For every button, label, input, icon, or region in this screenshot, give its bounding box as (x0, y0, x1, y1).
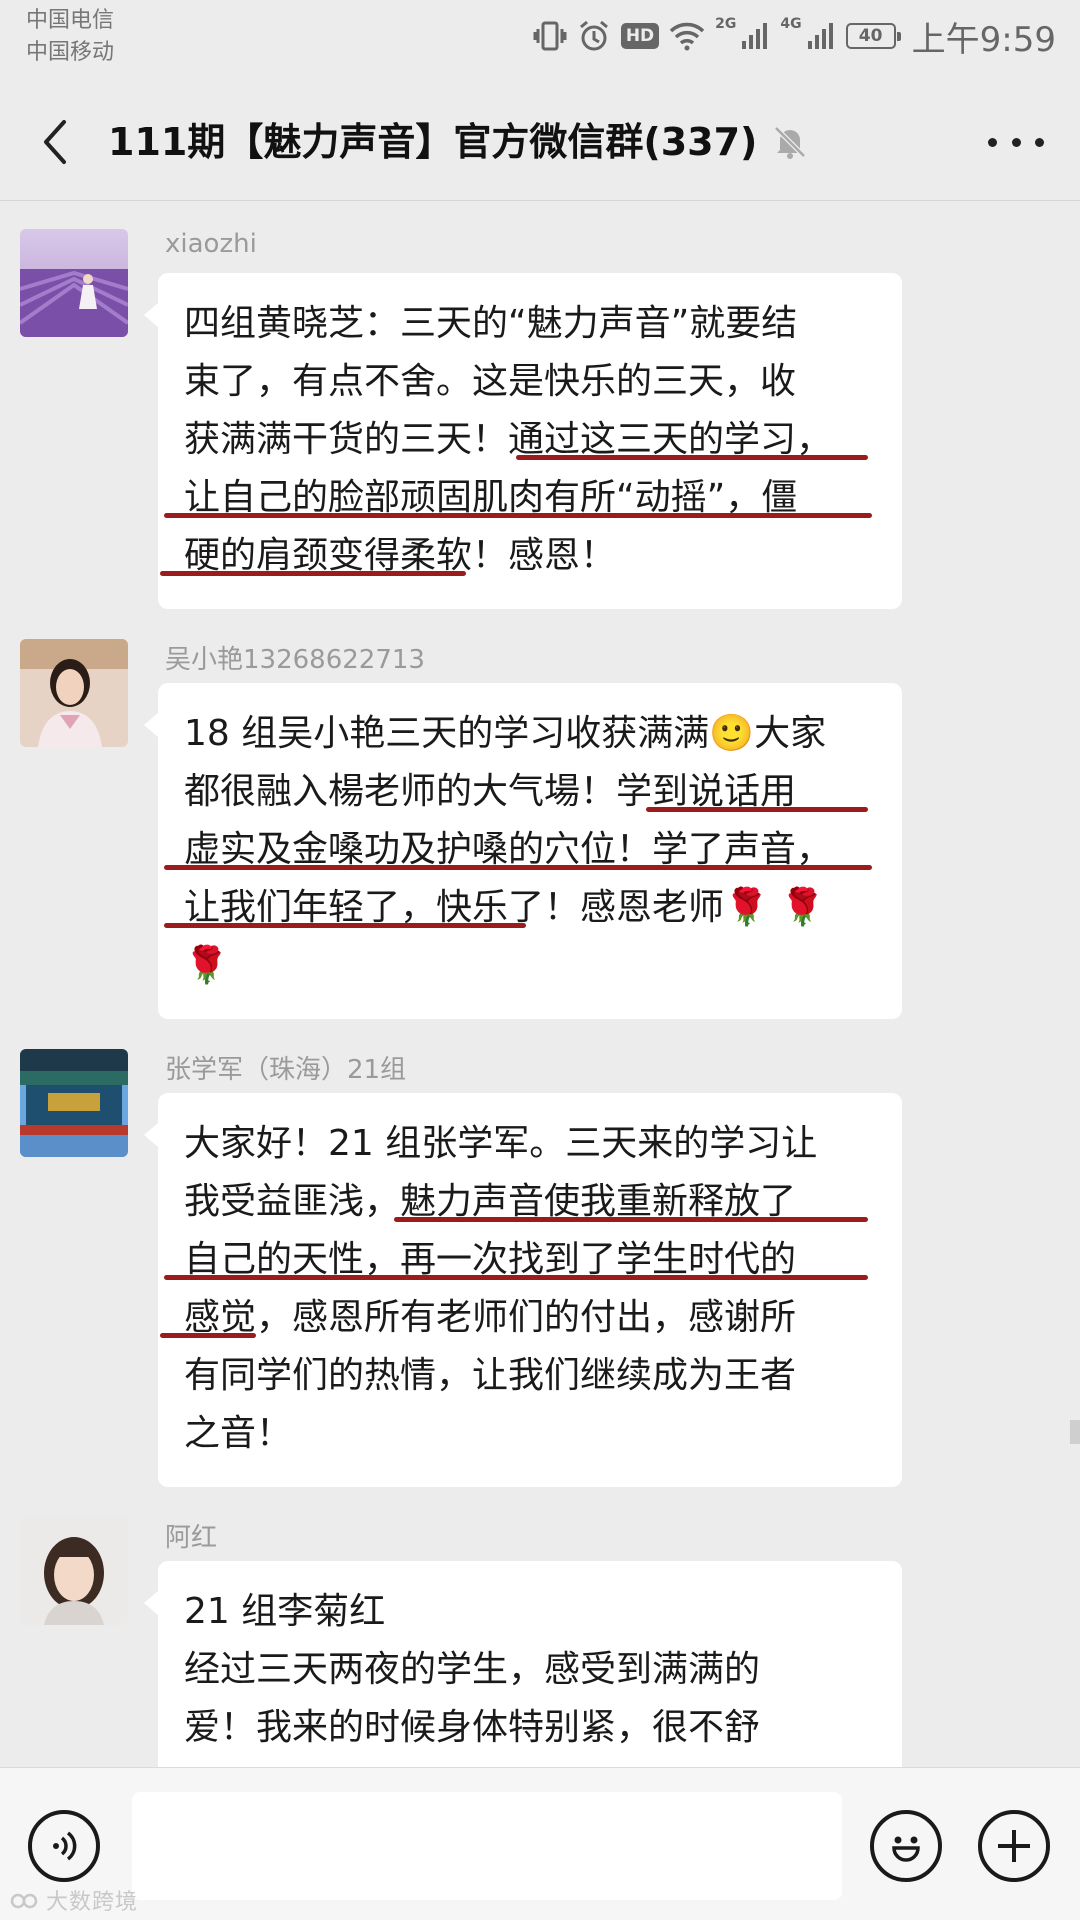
network-2g-label: 2G (715, 16, 737, 32)
back-button[interactable] (30, 114, 80, 170)
red-underline (164, 865, 872, 870)
message-text-line: 18 组吴小艳三天的学习收获满满🙂大家 (184, 713, 827, 754)
avatar[interactable] (20, 1049, 128, 1157)
message-text-line: 都很融入楊老师的大气場！学到说话用 (184, 771, 797, 812)
wifi-icon (669, 21, 705, 51)
message-text-line: 虚实及金嗓功及护嗓的穴位！学了声音， (184, 829, 833, 870)
vibrate-icon (533, 19, 567, 53)
message-text-line: 有同学们的热情，让我们继续成为王者 (184, 1355, 797, 1396)
sender-name: xiaozhi (165, 229, 257, 259)
sender-name: 吴小艳13268622713 (165, 645, 425, 675)
message-text-line: 自己的天性，再一次找到了学生时代的 (184, 1239, 797, 1280)
status-icons: HD 2G 4G 40 上午9:59 (533, 14, 1056, 60)
message-text-line: 让自己的脸部顽固肌肉有所“动摇”，僵 (184, 477, 798, 518)
message-text-line: 之音！ (184, 1413, 293, 1454)
emoji-button[interactable] (870, 1810, 942, 1882)
status-time: 上午9:59 (911, 19, 1056, 60)
chat-title: 111期【魅力声音】官方微信群(337) (108, 120, 758, 164)
chat-header: 111期【魅力声音】官方微信群(337) (0, 84, 1080, 201)
message-text-line: 大家好！21 组张学军。三天来的学习让 (184, 1123, 818, 1164)
red-underline (646, 807, 868, 812)
signal-icon (806, 21, 836, 51)
avatar[interactable] (20, 1517, 128, 1625)
red-underline (394, 1217, 868, 1222)
message-text-line: 四组黄晓芝：三天的“魅力声音”就要结 (184, 303, 798, 344)
message-text-line: 经过三天两夜的学生，感受到满满的 (184, 1649, 761, 1690)
message-text-line: 感觉，感恩所有老师们的付出，感谢所 (184, 1297, 797, 1338)
message-text-line: 硬的肩颈变得柔软！感恩！ (184, 535, 617, 576)
red-underline (160, 571, 466, 576)
message-text-line: 21 组李菊红 (184, 1591, 386, 1632)
status-bar: 中国电信 中国移动 HD 2G 4G 40 上午9:59 (0, 0, 1080, 84)
carrier-name-2: 中国移动 (26, 40, 115, 65)
watermark-logo-icon (10, 1893, 38, 1909)
plus-icon (998, 1830, 1030, 1862)
sender-name: 阿红 (165, 1523, 218, 1553)
more-icon-dot (1011, 137, 1021, 147)
more-functions-button[interactable] (978, 1810, 1050, 1882)
avatar[interactable] (20, 229, 128, 337)
watermark-text: 大数跨境 (46, 1890, 139, 1915)
wechat-group-chat-screen: 中国电信 中国移动 HD 2G 4G 40 上午9:59 111期【魅力声音】官… (0, 0, 1080, 1920)
message-list[interactable]: xiaozhi 四组黄晓芝：三天的“魅力声音”就要结 束了，有点不舍。这是快乐的… (0, 201, 1080, 1767)
red-underline (164, 513, 872, 518)
alarm-icon (577, 19, 611, 53)
red-underline (164, 923, 526, 928)
red-underline (516, 455, 868, 460)
message-text-line: 获满满干货的三天！通过这三天的学习， (184, 419, 833, 460)
message-bubble[interactable]: 18 组吴小艳三天的学习收获满满🙂大家 都很融入楊老师的大气場！学到说话用 虚实… (144, 683, 902, 1019)
red-underline (164, 1275, 868, 1280)
chevron-left-icon (44, 120, 66, 164)
red-underline (160, 1333, 256, 1338)
more-icon-dot (1035, 137, 1044, 147)
avatar[interactable] (20, 639, 128, 747)
network-4g-label: 4G (780, 16, 802, 32)
bell-muted-icon (770, 122, 810, 162)
more-icon-dot (988, 137, 997, 147)
scrollbar-thumb[interactable] (1070, 1420, 1080, 1444)
emoji-icon (892, 1836, 920, 1862)
sender-name: 张学军（珠海）21组 (165, 1055, 407, 1085)
battery-icon: 40 (845, 23, 901, 49)
message-input[interactable] (132, 1792, 842, 1900)
message-text-line: 爱！我来的时候身体特别紧，很不舒 (184, 1707, 761, 1748)
more-options-button[interactable] (988, 122, 1044, 162)
message-text-line: 我受益匪浅，魅力声音使我重新释放了 (184, 1181, 797, 1222)
signal-icon (740, 21, 770, 51)
voice-button[interactable] (28, 1810, 100, 1882)
hd-icon: HD (620, 23, 660, 49)
watermark: 大数跨境 (10, 1884, 138, 1916)
carrier-name-1: 中国电信 (26, 8, 115, 33)
voice-icon (53, 1831, 77, 1861)
chat-input-bar (0, 1767, 1080, 1920)
message-text-line: 束了，有点不舍。这是快乐的三天，收 (184, 361, 797, 402)
message-text-line: 🌹 (184, 945, 229, 986)
message-bubble[interactable]: 21 组李菊红 经过三天两夜的学生，感受到满满的 爱！我来的时候身体特别紧，很不… (144, 1561, 902, 1767)
message-text-line: 让我们年轻了，快乐了！感恩老师🌹 🌹 (184, 887, 826, 928)
message-bubble[interactable]: 大家好！21 组张学军。三天来的学习让 我受益匪浅，魅力声音使我重新释放了 自己… (144, 1093, 902, 1487)
message-bubble[interactable]: 四组黄晓芝：三天的“魅力声音”就要结 束了，有点不舍。这是快乐的三天，收 获满满… (144, 273, 902, 609)
